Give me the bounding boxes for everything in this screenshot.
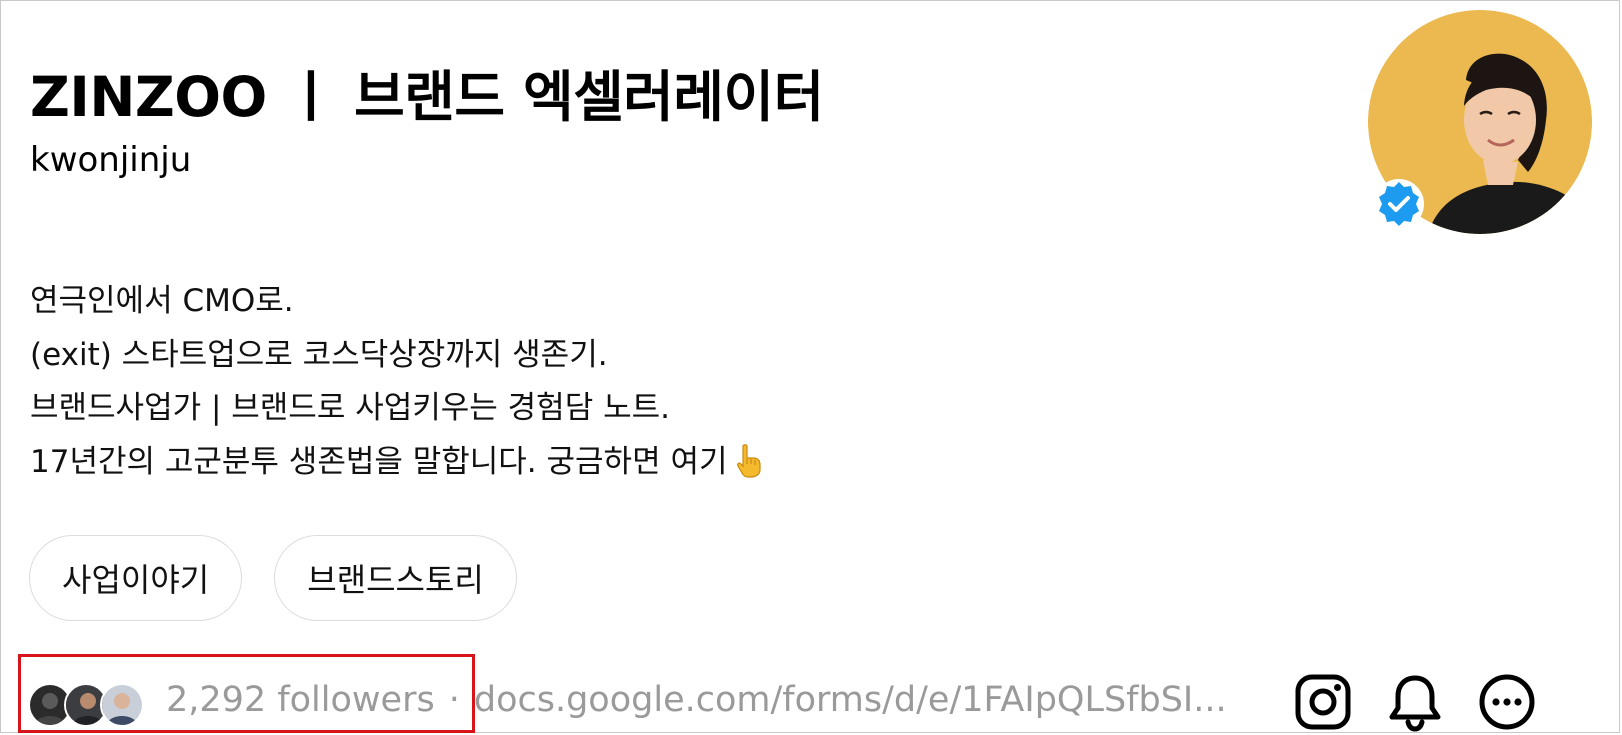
- follower-avatar: [100, 683, 144, 727]
- tag-chip[interactable]: 브랜드스토리: [274, 535, 517, 621]
- profile-title: ZINZOO ㅣ 브랜드 엑셀러레이터: [30, 65, 824, 129]
- bio-line: 17년간의 고군분투 생존법을 말합니다. 궁금하면 여기: [30, 443, 728, 480]
- bio-line: (exit) 스타트업으로 코스닥상장까지 생존기.: [30, 336, 608, 373]
- profile-avatar[interactable]: [1368, 10, 1592, 234]
- separator: ·: [448, 680, 460, 720]
- profile-footer: 2,292 followers · docs.google.com/forms/d/…: [166, 680, 1227, 720]
- verified-badge-icon: [1374, 179, 1424, 229]
- followers-count[interactable]: 2,292 followers: [166, 680, 435, 720]
- more-options-icon[interactable]: [1477, 672, 1537, 732]
- profile-bio: 연극인에서 CMO로. (exit) 스타트업으로 코스닥상장까지 생존기. 브…: [30, 275, 762, 489]
- instagram-icon[interactable]: [1293, 672, 1353, 732]
- bell-icon[interactable]: [1385, 672, 1445, 732]
- bio-line: 연극인에서 CMO로.: [30, 283, 294, 319]
- tag-chip[interactable]: 사업이야기: [29, 535, 243, 621]
- profile-link[interactable]: docs.google.com/forms/d/e/1FAIpQLSfbSI..…: [474, 680, 1227, 720]
- pointing-down-hand-icon: [736, 443, 761, 478]
- profile-username[interactable]: kwonjinju: [30, 140, 191, 180]
- follower-avatars[interactable]: [28, 683, 146, 727]
- bio-line: 브랜드사업가 | 브랜드로 사업키우는 경험담 노트.: [30, 390, 670, 426]
- tag-list: 사업이야기 브랜드스토리: [29, 535, 517, 621]
- bio-line-last: 17년간의 고군분투 생존법을 말합니다. 궁금하면 여기: [30, 436, 762, 490]
